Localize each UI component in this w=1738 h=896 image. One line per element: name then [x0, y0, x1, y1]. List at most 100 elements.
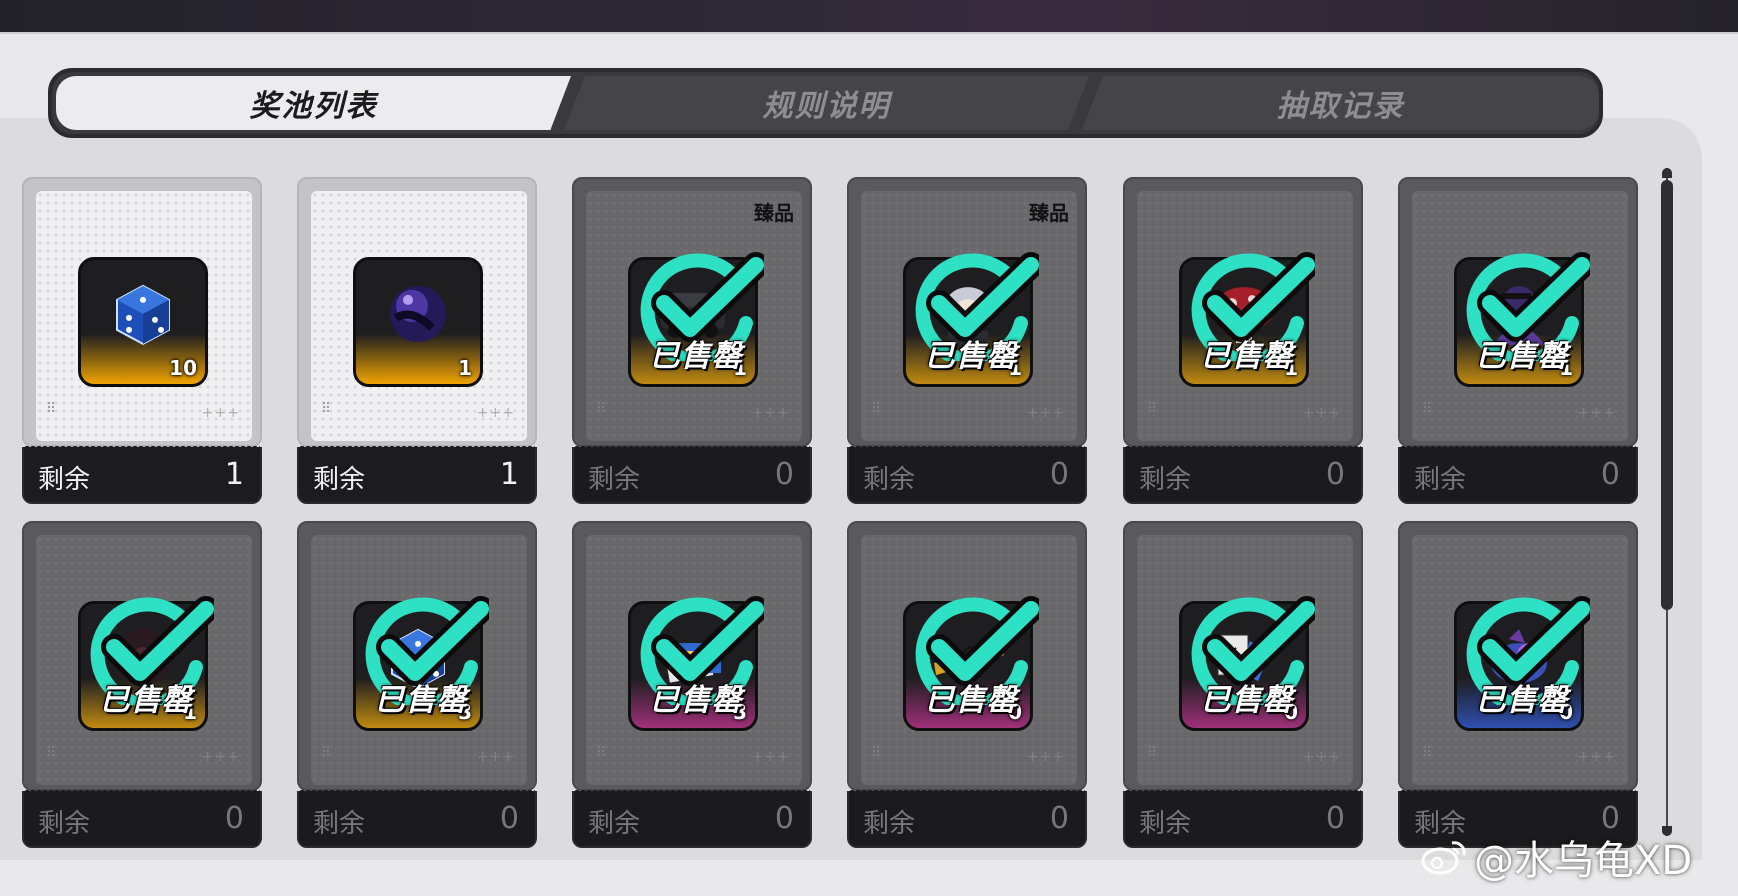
prize-card[interactable]: ⠿ +++ 3 已售罄 剩余 0: [572, 521, 812, 848]
prize-quantity: 1: [1559, 356, 1573, 380]
decor-plus-icon: +++: [476, 405, 515, 421]
prize-card-body: ⠿ +++ 1 已售罄: [22, 521, 262, 791]
decor-dots-icon: ⠿: [1422, 745, 1432, 761]
remaining-bar: 剩余 0: [22, 787, 262, 848]
prize-card-body: ⠿ +++ 1 已售罄: [1123, 177, 1363, 447]
remaining-bar: 剩余 1: [297, 443, 537, 504]
weibo-logo-icon: [1421, 841, 1466, 875]
prize-icon-frame: 1: [353, 257, 483, 387]
prize-card[interactable]: ⠿ +++ 1 已售罄 剩余 0: [22, 521, 262, 848]
tab-bar: 奖池列表 规则说明 抽取记录: [48, 68, 1603, 138]
prize-card[interactable]: ⠿ +++ 臻品 1 已售罄 剩余 0: [847, 177, 1087, 504]
prize-card[interactable]: ⠿ +++ 3 已售罄 剩余 0: [297, 521, 537, 848]
blue-creature-icon: [1479, 623, 1559, 697]
decor-dots-icon: ⠿: [871, 401, 881, 417]
decor-plus-icon: +++: [1026, 749, 1065, 765]
watermark-text: @水乌龟XD: [1474, 838, 1693, 884]
remaining-count: 0: [1600, 457, 1620, 492]
remaining-count: 0: [1049, 801, 1069, 836]
svg-text:✕: ✕: [1224, 643, 1239, 664]
scrollbar[interactable]: [1660, 168, 1674, 836]
tab-prize-list[interactable]: 奖池列表: [56, 76, 571, 130]
remaining-label: 剩余: [863, 809, 916, 839]
prize-card-body: ⠿ +++ 1 已售罄: [1398, 177, 1638, 447]
decor-plus-icon: +++: [751, 749, 790, 765]
decor-dots-icon: ⠿: [1147, 745, 1157, 761]
remaining-count: 0: [774, 457, 794, 492]
remaining-label: 剩余: [38, 809, 91, 839]
purple-character-icon: [1479, 279, 1559, 353]
remaining-label: 剩余: [588, 465, 641, 495]
premium-badge: 臻品: [1029, 201, 1069, 225]
decor-dots-icon: ⠿: [1422, 401, 1432, 417]
remaining-label: 剩余: [1139, 809, 1192, 839]
prize-card[interactable]: ⠿ +++ ✕ 0 已售罄 剩余 0: [1123, 521, 1363, 848]
remaining-label: 剩余: [313, 465, 366, 495]
scrollbar-thumb[interactable]: [1661, 180, 1673, 610]
decor-dots-icon: ⠿: [46, 401, 56, 417]
blue-dice-icon: [382, 622, 454, 698]
decor-dots-icon: ⠿: [596, 745, 606, 761]
remaining-label: 剩余: [1139, 465, 1192, 495]
prize-icon-frame: 0: [903, 601, 1033, 731]
prize-card-body: ⠿ +++ 臻品 1 已售罄: [572, 177, 812, 447]
prize-card[interactable]: ⠿ +++ 1 已售罄 剩余 0: [1123, 177, 1363, 504]
prize-quantity: 3: [458, 700, 472, 724]
decor-plus-icon: +++: [201, 749, 240, 765]
prize-card[interactable]: ⠿ +++ 10 剩余 1: [22, 177, 262, 504]
prize-card-body: ⠿ +++ 10: [22, 177, 262, 447]
prize-card-body: ⠿ +++ 3 已售罄: [572, 521, 812, 791]
dark-disc-icon: [103, 623, 183, 697]
remaining-bar: 剩余 0: [1123, 787, 1363, 848]
prize-card-body: ⠿ +++ 3 已售罄: [297, 521, 537, 791]
prize-card[interactable]: ⠿ +++ 0 已售罄 剩余 0: [847, 521, 1087, 848]
prize-quantity: 1: [183, 700, 197, 724]
top-banner: [0, 0, 1738, 34]
cards-icon: ✕: [1204, 623, 1284, 697]
scroll-cap-top: [1662, 168, 1672, 178]
remaining-count: 1: [224, 457, 244, 492]
prize-card-body: ⠿ +++ ✕ 0 已售罄: [1123, 521, 1363, 791]
decor-dots-icon: ⠿: [321, 401, 331, 417]
decor-plus-icon: +++: [1302, 749, 1341, 765]
prize-icon-frame: 1: [1454, 257, 1584, 387]
tab-draw-history[interactable]: 抽取记录: [1082, 76, 1599, 130]
remaining-label: 剩余: [1414, 465, 1467, 495]
remaining-bar: 剩余 0: [297, 787, 537, 848]
prize-card[interactable]: ⠿ +++ 0 已售罄 剩余 0: [1398, 521, 1638, 848]
prize-quantity: 1: [1284, 356, 1298, 380]
decor-plus-icon: +++: [476, 749, 515, 765]
prize-card-body: ⠿ +++ 1: [297, 177, 537, 447]
remaining-count: 0: [1049, 457, 1069, 492]
prize-card-body: ⠿ +++ 0 已售罄: [1398, 521, 1638, 791]
remaining-count: 1: [499, 457, 519, 492]
remaining-label: 剩余: [863, 465, 916, 495]
prize-card[interactable]: ⠿ +++ 1 剩余 1: [297, 177, 537, 504]
prize-card-body: ⠿ +++ 0 已售罄: [847, 521, 1087, 791]
decor-plus-icon: +++: [1577, 749, 1616, 765]
prize-icon-frame: 3: [353, 601, 483, 731]
prize-quantity: 0: [1008, 700, 1022, 724]
prize-icon-frame: 1: [1179, 257, 1309, 387]
remaining-count: 0: [1325, 457, 1345, 492]
remaining-count: 0: [774, 801, 794, 836]
prize-quantity: 0: [1284, 700, 1298, 724]
decor-plus-icon: +++: [1302, 405, 1341, 421]
dark-vehicle-icon: [653, 285, 733, 349]
decor-dots-icon: ⠿: [46, 745, 56, 761]
prize-quantity: 3: [733, 700, 747, 724]
remaining-count: 0: [224, 801, 244, 836]
remaining-bar: 剩余 0: [1398, 443, 1638, 504]
decor-plus-icon: +++: [1026, 405, 1065, 421]
decor-dots-icon: ⠿: [871, 745, 881, 761]
prize-card-body: ⠿ +++ 臻品 1 已售罄: [847, 177, 1087, 447]
gold-ribbon-icon: [928, 623, 1008, 697]
remaining-label: 剩余: [313, 809, 366, 839]
prize-card[interactable]: ⠿ +++ 1 已售罄剩余 0: [1398, 177, 1638, 504]
blue-dice-icon: [107, 278, 179, 354]
prize-quantity: 1: [733, 356, 747, 380]
tab-rules[interactable]: 规则说明: [564, 76, 1089, 130]
premium-badge: 臻品: [754, 201, 794, 225]
prize-card[interactable]: ⠿ +++ 臻品 1 已售罄 剩余 0: [572, 177, 812, 504]
remaining-bar: 剩余 0: [847, 787, 1087, 848]
